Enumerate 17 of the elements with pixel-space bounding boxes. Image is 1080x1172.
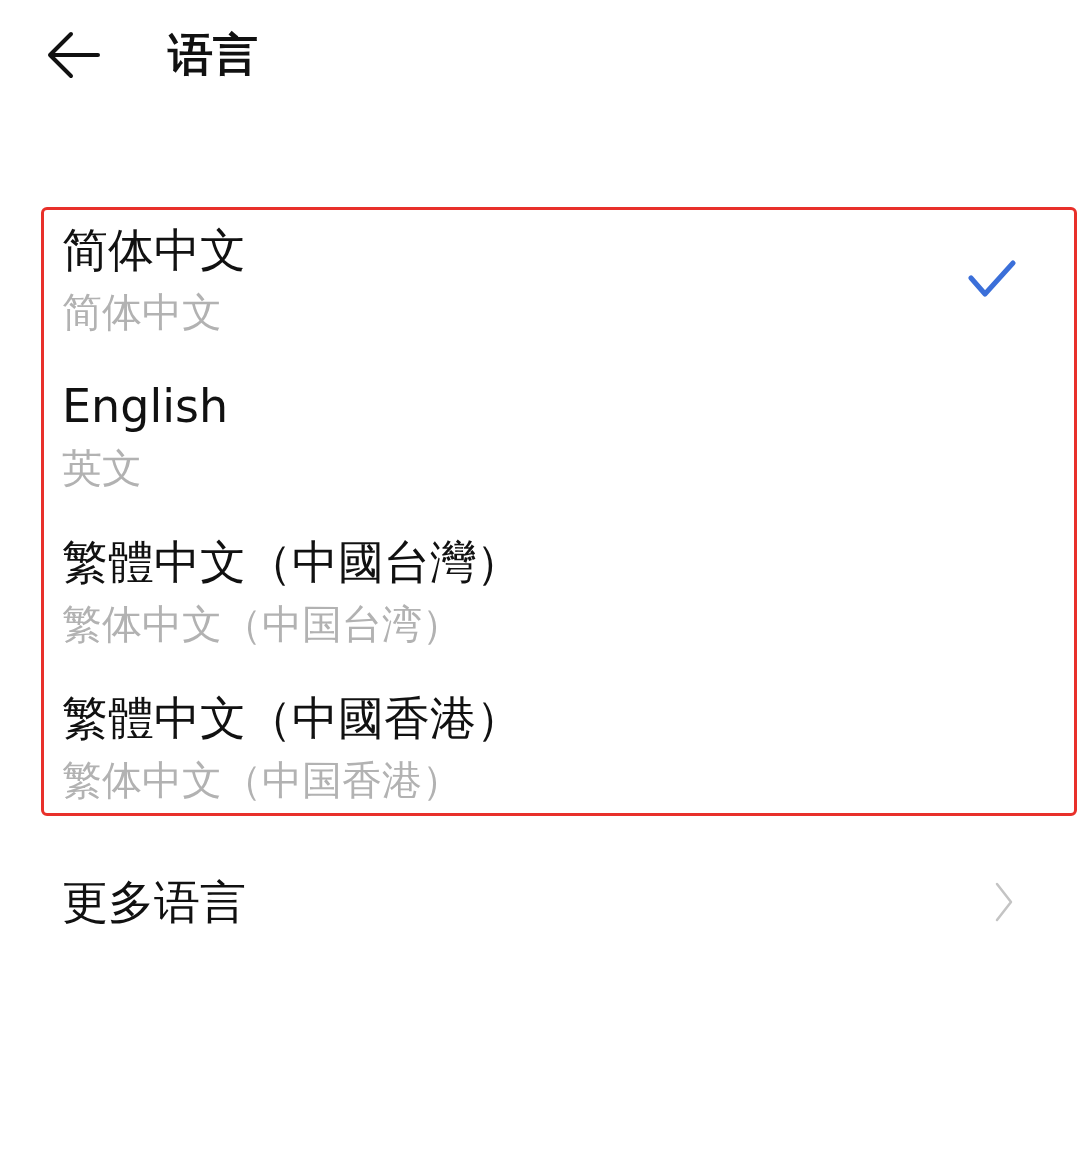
more-languages-item[interactable]: 更多语言 bbox=[0, 874, 1080, 930]
language-native-name: 简体中文 bbox=[62, 288, 223, 336]
language-name: 简体中文 bbox=[62, 222, 246, 278]
language-name: 繁體中文（中國香港） bbox=[62, 690, 522, 746]
language-option[interactable]: 简体中文 简体中文 bbox=[62, 222, 1016, 336]
language-option[interactable]: 繁體中文（中國台灣） 繁体中文（中国台湾） bbox=[62, 534, 1016, 648]
page-title: 语言 bbox=[168, 27, 258, 83]
language-option[interactable]: 繁體中文（中國香港） 繁体中文（中国香港） bbox=[62, 690, 1016, 804]
language-name: 繁體中文（中國台灣） bbox=[62, 534, 522, 590]
language-option[interactable]: English 英文 bbox=[62, 378, 1016, 492]
chevron-right-icon bbox=[995, 882, 1013, 922]
back-button[interactable] bbox=[46, 31, 100, 79]
language-native-name: 繁体中文（中国台湾） bbox=[62, 600, 463, 648]
language-native-name: 英文 bbox=[62, 444, 143, 492]
back-arrow-icon bbox=[46, 31, 100, 79]
language-native-name: 繁体中文（中国香港） bbox=[62, 756, 463, 804]
language-name: English bbox=[62, 378, 229, 434]
